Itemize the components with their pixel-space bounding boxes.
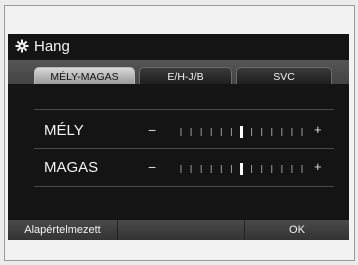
bottom-button-bar: Alapértelmezett OK (8, 220, 349, 240)
slider-tick (210, 165, 212, 173)
slider-tick (251, 128, 253, 136)
tab-mely-magas[interactable]: MÉLY-MAGAS (34, 67, 135, 84)
slider-tick (200, 128, 202, 136)
divider (34, 148, 334, 149)
slider-tick (220, 128, 222, 136)
slider-tick (301, 128, 303, 136)
slider-tick (271, 165, 273, 173)
slider-tick (261, 165, 263, 173)
bass-increase-button[interactable]: + (314, 122, 322, 137)
page-title: Hang (34, 38, 70, 55)
slider-tick (291, 165, 293, 173)
bass-level-slider[interactable] (179, 126, 304, 138)
slider-tick (190, 128, 192, 136)
ok-button[interactable]: OK (244, 220, 349, 240)
tab-svc[interactable]: SVC (236, 67, 332, 84)
slider-thumb (240, 163, 243, 175)
slider-tick (281, 165, 283, 173)
slider-tick (210, 128, 212, 136)
bass-label: MÉLY (44, 122, 84, 139)
slider-tick (220, 165, 222, 173)
slider-thumb (240, 126, 243, 138)
sound-settings-screen: Hang MÉLY-MAGAS E/H-J/B SVC MÉLY − + MAG… (8, 34, 349, 240)
tab-eh-jb[interactable]: E/H-J/B (139, 67, 232, 84)
treble-row: MAGAS − + (8, 157, 349, 183)
slider-tick (301, 165, 303, 173)
default-button[interactable]: Alapértelmezett (8, 220, 118, 240)
slider-tick (180, 128, 182, 136)
slider-tick (261, 128, 263, 136)
divider (34, 109, 334, 110)
tab-bar: MÉLY-MAGAS E/H-J/B SVC (8, 60, 349, 84)
slider-tick (190, 165, 192, 173)
slider-tick (251, 165, 253, 173)
gear-icon (15, 39, 29, 53)
divider (34, 186, 334, 187)
slider-tick (291, 128, 293, 136)
treble-decrease-button[interactable]: − (148, 159, 156, 175)
slider-tick (200, 165, 202, 173)
slider-tick (230, 165, 232, 173)
bass-row: MÉLY − + (8, 120, 349, 146)
title-bar: Hang (8, 34, 349, 60)
slider-tick (281, 128, 283, 136)
bass-decrease-button[interactable]: − (148, 122, 156, 138)
treble-label: MAGAS (44, 159, 99, 176)
slider-tick (180, 165, 182, 173)
treble-level-slider[interactable] (179, 163, 304, 175)
slider-tick (230, 128, 232, 136)
treble-increase-button[interactable]: + (314, 159, 322, 174)
slider-tick (271, 128, 273, 136)
